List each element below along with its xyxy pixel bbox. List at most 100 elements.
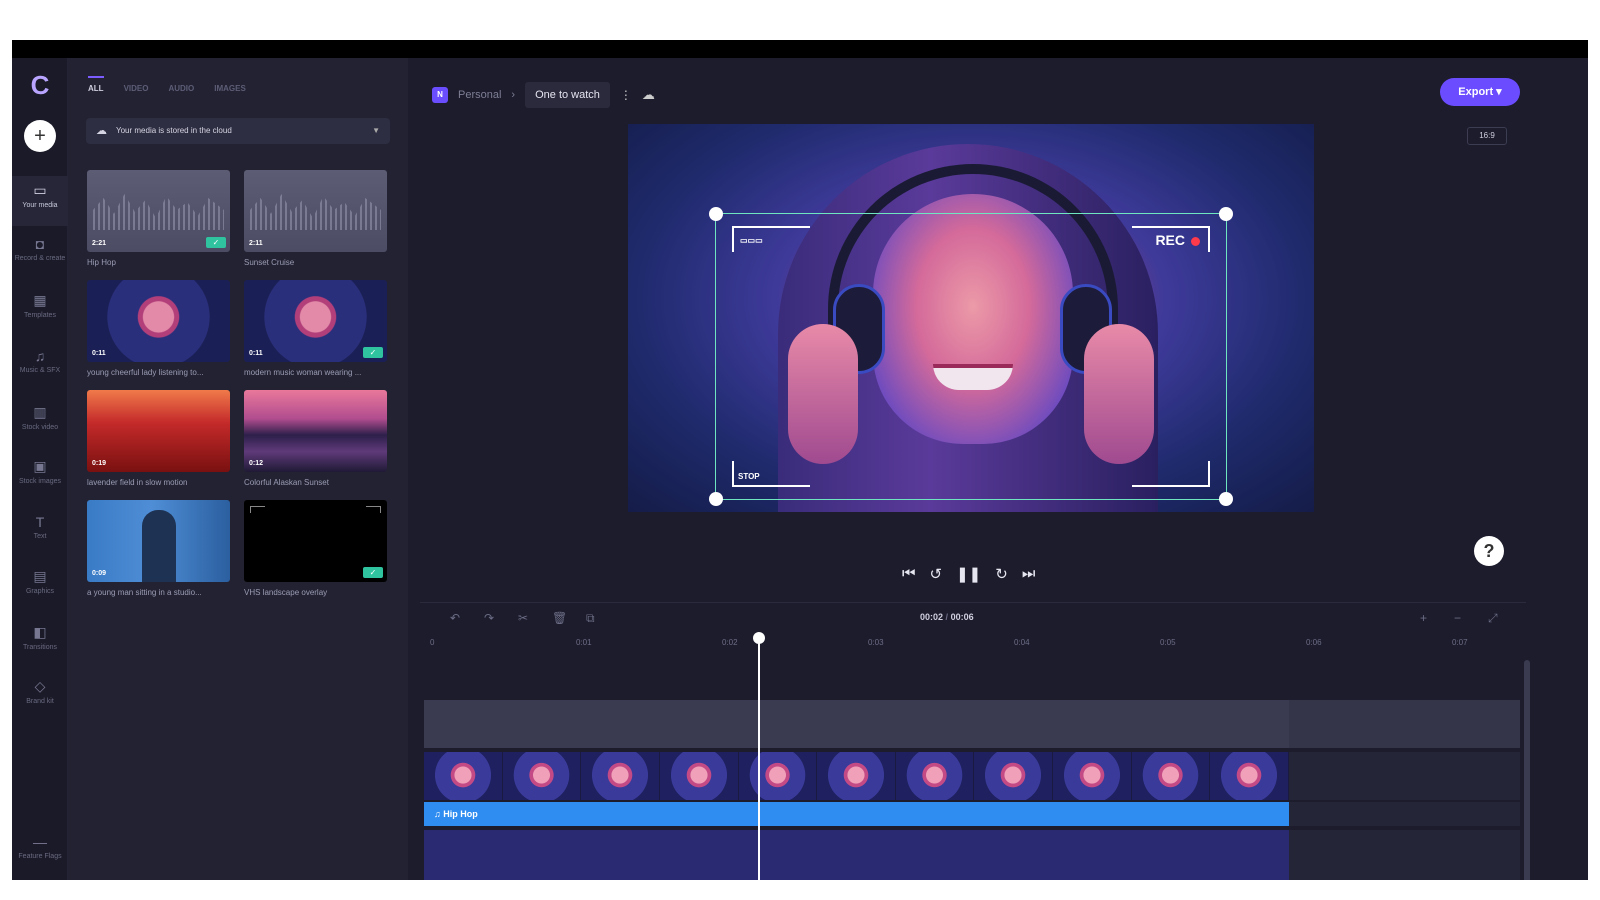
overlay-thumbnail: ✓: [244, 500, 387, 582]
split-icon[interactable]: ✂: [518, 611, 528, 625]
media-item[interactable]: 0:09 a young man sitting in a studio...: [87, 500, 230, 597]
media-item[interactable]: 0:12 Colorful Alaskan Sunset: [244, 390, 387, 487]
resize-handle[interactable]: [709, 207, 723, 221]
tab-images[interactable]: IMAGES: [214, 84, 246, 93]
audio-thumbnail: 2:11: [244, 170, 387, 252]
video-thumbnail: 0:09: [87, 500, 230, 582]
pause-icon[interactable]: ❚❚: [956, 565, 981, 583]
rail-item-stock-images[interactable]: ▣ Stock images: [12, 452, 68, 502]
fit-timeline-icon[interactable]: ⤢: [1488, 611, 1498, 626]
rail-item-stock-video[interactable]: ▥ Stock video: [12, 398, 68, 448]
added-check-icon: ✓: [363, 567, 383, 578]
rec-dot-icon: [1191, 236, 1200, 246]
empty-clip-area[interactable]: [424, 830, 1289, 880]
breadcrumb: N Personal › One to watch ⋮ ☁: [432, 80, 655, 110]
video-thumbnail: 0:11 ✓: [244, 280, 387, 362]
player-controls: ⏮ ↺ ❚❚ ↻ ⏭: [902, 565, 1035, 583]
templates-icon: ▦: [33, 292, 47, 308]
stock-video-icon: ▥: [33, 404, 47, 420]
playhead-handle[interactable]: [753, 632, 765, 644]
playhead[interactable]: [758, 636, 760, 880]
ruler-tick: 0: [430, 638, 435, 647]
timeline-ruler[interactable]: 0 0:01 0:02 0:03 0:04 0:05 0:06 0:07: [424, 636, 1524, 654]
zoom-out-icon[interactable]: −: [1454, 611, 1461, 625]
resize-handle[interactable]: [1219, 492, 1233, 506]
video-thumbnail: 0:19: [87, 390, 230, 472]
rail-item-feature-flags[interactable]: — Feature Flags: [12, 828, 68, 878]
frame-corner: [1132, 461, 1210, 487]
cloud-sync-icon[interactable]: ☁: [642, 87, 655, 103]
app-logo[interactable]: C: [26, 70, 54, 100]
window-top-strip: [12, 40, 1588, 58]
audio-clip[interactable]: ♫ Hip Hop: [424, 802, 1289, 826]
brand-kit-icon: ◇: [34, 678, 46, 694]
tab-video[interactable]: VIDEO: [124, 84, 149, 93]
rail-item-transitions[interactable]: ◧ Transitions: [12, 618, 68, 668]
media-item[interactable]: 2:11 Sunset Cruise: [244, 170, 387, 267]
resize-handle[interactable]: [1219, 207, 1233, 221]
media-item[interactable]: 0:11 ✓ modern music woman wearing ...: [244, 280, 387, 377]
editor-window: C + ▭ Your media ◘ Record & create ▦ Tem…: [12, 40, 1588, 880]
forward-5s-icon[interactable]: ↻: [995, 565, 1008, 583]
timeline-toolbar: ↶ ↷ ✂ 🗑 ⧉ 00:02 / 00:06 + − ⤢: [420, 602, 1526, 632]
ruler-tick: 0:05: [1160, 638, 1176, 647]
stop-label: STOP: [738, 472, 760, 481]
ruler-tick: 0:02: [722, 638, 738, 647]
rail-item-music[interactable]: ♫ Music & SFX: [12, 342, 68, 392]
video-thumbnail: 0:12: [244, 390, 387, 472]
ruler-tick: 0:01: [576, 638, 592, 647]
skip-forward-icon[interactable]: ⏭: [1022, 565, 1036, 583]
timeline-scrollbar[interactable]: [1524, 660, 1530, 880]
overlay-clip[interactable]: [424, 700, 1289, 748]
tab-audio[interactable]: AUDIO: [168, 84, 194, 93]
zoom-in-icon[interactable]: +: [1420, 611, 1427, 625]
ruler-tick: 0:03: [868, 638, 884, 647]
rail-item-brand-kit[interactable]: ◇ Brand kit: [12, 672, 68, 722]
skip-back-icon[interactable]: ⏮: [902, 565, 916, 583]
media-item[interactable]: ✓ VHS landscape overlay: [244, 500, 387, 597]
duplicate-icon[interactable]: ⧉: [586, 611, 595, 626]
added-check-icon: ✓: [206, 237, 226, 248]
flag-icon: —: [33, 834, 47, 850]
overlay-selection-box[interactable]: REC ▭▭▭ STOP: [709, 207, 1233, 506]
timeline-tracks: ♫ Hip Hop: [424, 656, 1520, 880]
rec-indicator: REC: [1155, 232, 1200, 248]
aspect-ratio-button[interactable]: 16:9: [1467, 127, 1507, 145]
redo-icon[interactable]: ↷: [484, 611, 494, 625]
rail-item-your-media[interactable]: ▭ Your media: [12, 176, 68, 226]
create-new-button[interactable]: +: [24, 120, 56, 152]
ruler-tick: 0:06: [1306, 638, 1322, 647]
rewind-5s-icon[interactable]: ↺: [930, 565, 943, 583]
media-item[interactable]: 0:11 young cheerful lady listening to...: [87, 280, 230, 377]
music-sfx-icon: ♫: [34, 348, 46, 364]
rail-item-record[interactable]: ◘ Record & create: [12, 230, 68, 280]
video-thumbnail: 0:11: [87, 280, 230, 362]
rail-item-graphics[interactable]: ▤ Graphics: [12, 562, 68, 612]
media-item[interactable]: 2:21 ✓ Hip Hop: [87, 170, 230, 267]
rail-item-text[interactable]: T Text: [12, 508, 68, 558]
video-clip[interactable]: [424, 752, 1289, 800]
ruler-tick: 0:07: [1452, 638, 1468, 647]
transitions-icon: ◧: [33, 624, 47, 640]
cloud-icon: ☁: [96, 125, 107, 137]
your-media-icon: ▭: [33, 182, 47, 198]
rail-item-templates[interactable]: ▦ Templates: [12, 286, 68, 336]
resize-handle[interactable]: [709, 492, 723, 506]
graphics-icon: ▤: [33, 568, 47, 584]
delete-icon[interactable]: 🗑: [552, 611, 567, 625]
chevron-down-icon: ▼: [372, 126, 380, 135]
project-title-field[interactable]: One to watch: [525, 82, 610, 108]
workspace-link[interactable]: Personal: [458, 89, 501, 101]
undo-icon[interactable]: ↶: [450, 611, 460, 625]
chevron-right-icon: ›: [511, 89, 516, 101]
tab-all[interactable]: ALL: [88, 76, 104, 93]
battery-icon: ▭▭▭: [740, 236, 763, 245]
cloud-storage-dropdown[interactable]: ☁ Your media is stored in the cloud ▼: [86, 118, 390, 144]
ruler-tick: 0:04: [1014, 638, 1030, 647]
workspace-icon: N: [432, 87, 448, 103]
export-button[interactable]: Export ▾: [1440, 78, 1520, 106]
help-button[interactable]: ?: [1474, 536, 1504, 566]
more-options-icon[interactable]: ⋮: [620, 88, 632, 102]
record-create-icon: ◘: [35, 236, 45, 252]
media-item[interactable]: 0:19 lavender field in slow motion: [87, 390, 230, 487]
